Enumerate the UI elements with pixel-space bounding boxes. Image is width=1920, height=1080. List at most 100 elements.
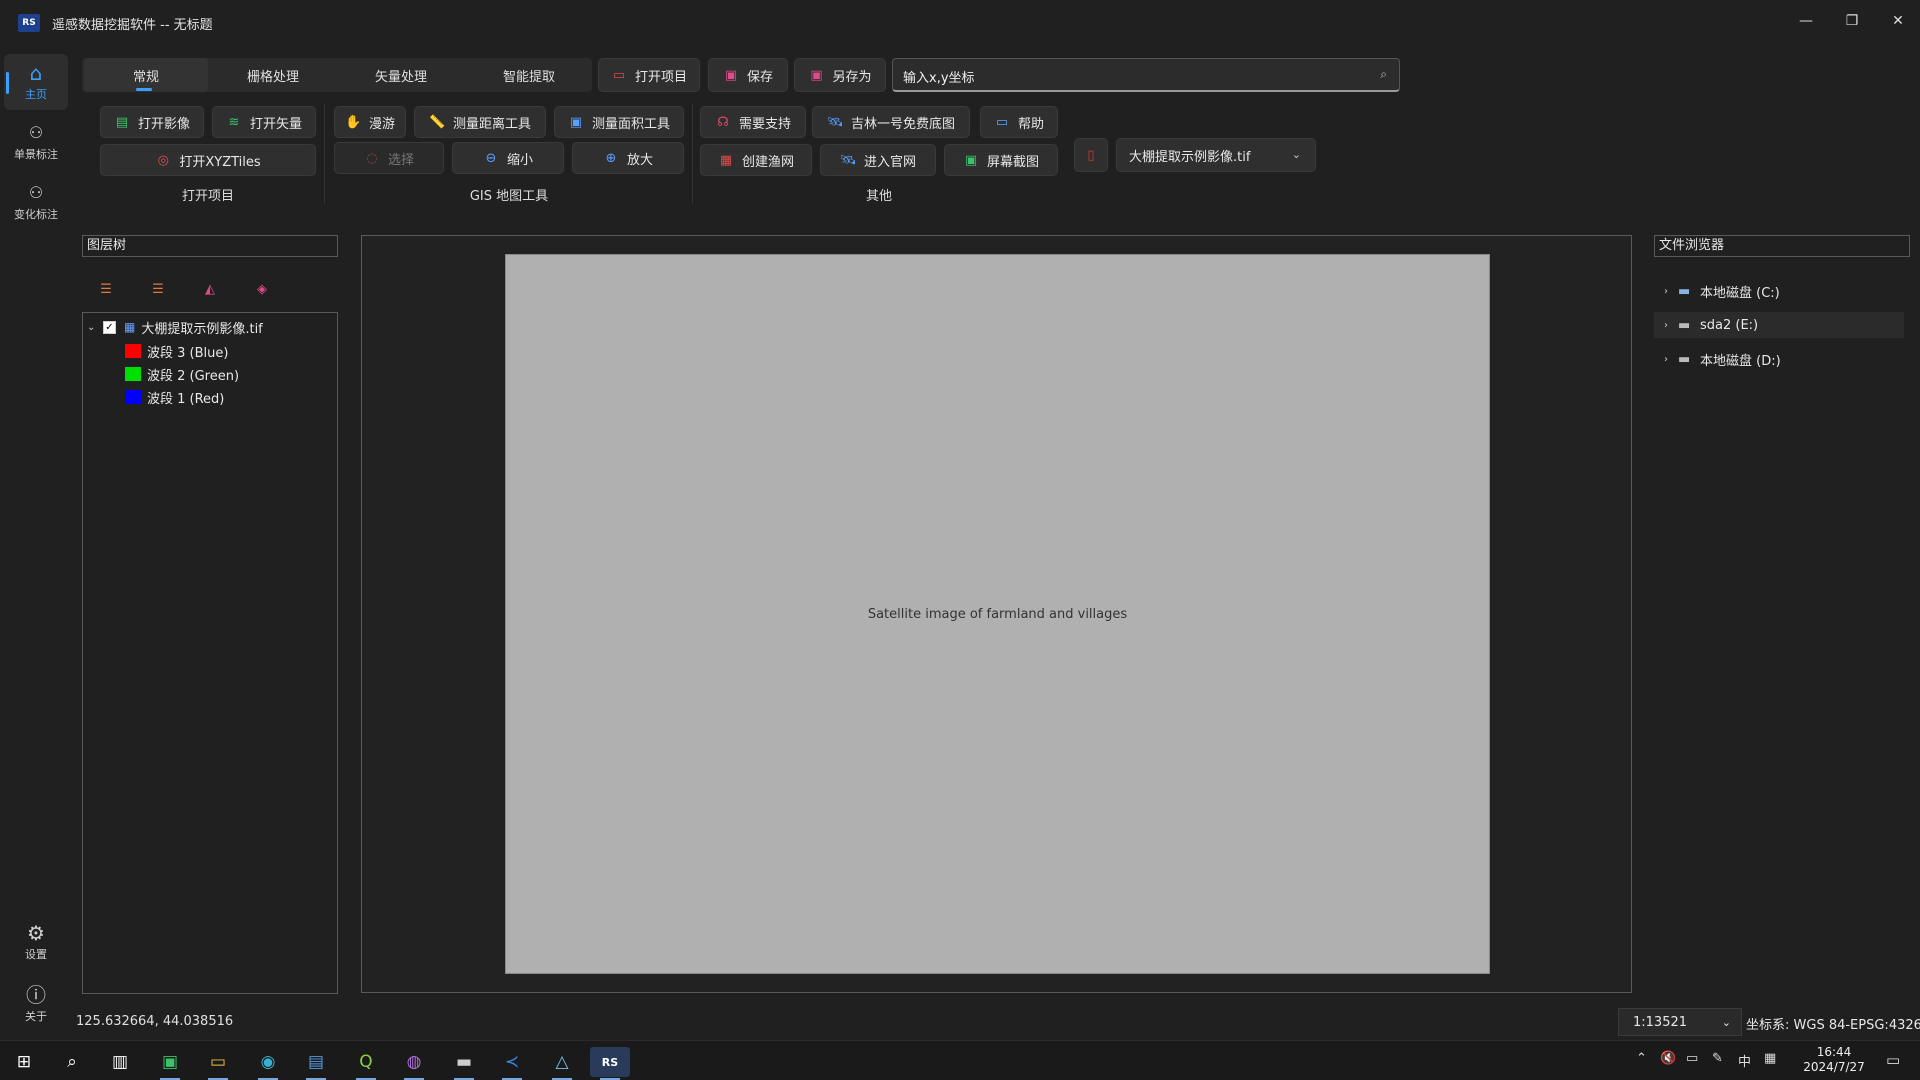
nav-settings[interactable]: ⚙ 设置 xyxy=(4,914,68,970)
coordinate-search: ⌕ xyxy=(892,58,1400,92)
crs-label: 坐标系: WGS 84-EPSG:4326 xyxy=(1746,1018,1920,1033)
area-icon: ▣ xyxy=(569,114,583,130)
save-button[interactable]: ▣ 保存 xyxy=(708,58,788,92)
roam-button[interactable]: ✋ 漫游 xyxy=(334,106,406,138)
drive-row[interactable]: › ▬ sda2 (E:) xyxy=(1654,312,1904,338)
collapse-all-icon[interactable]: ☰ xyxy=(149,282,167,298)
drive-label: sda2 (E:) xyxy=(1700,317,1759,333)
measure-distance-button[interactable]: 📏 测量距离工具 xyxy=(414,106,546,138)
qgis-icon[interactable]: Q xyxy=(346,1047,386,1080)
ime-indicator[interactable]: 中 xyxy=(1738,1051,1751,1070)
measure-area-button[interactable]: ▣ 测量面积工具 xyxy=(554,106,684,138)
image-select-value: 大棚提取示例影像.tif xyxy=(1129,149,1251,165)
layer-select-icon-button[interactable]: ▯ xyxy=(1074,138,1108,172)
drive-row[interactable]: › ▬ 本地磁盘 (D:) xyxy=(1654,346,1904,372)
chevron-right-icon[interactable]: › xyxy=(1654,320,1678,331)
remove-layer-icon[interactable]: ◭ xyxy=(201,282,219,298)
band-row[interactable]: 波段 3 (Blue) xyxy=(125,340,228,362)
database-icon: ≋ xyxy=(228,114,240,130)
tab-vector[interactable]: 矢量处理 xyxy=(338,58,464,92)
cloud-app-icon[interactable]: △ xyxy=(542,1047,582,1080)
screenshot-label: 屏幕截图 xyxy=(986,154,1039,170)
need-support-button[interactable]: ☊ 需要支持 xyxy=(700,106,806,138)
window-title: 遥感数据挖掘软件 -- 无标题 xyxy=(52,18,213,33)
close-button[interactable]: ✕ xyxy=(1876,6,1920,36)
volume-icon[interactable]: 🔇 xyxy=(1660,1051,1676,1066)
minimize-button[interactable]: — xyxy=(1784,6,1828,36)
zoom-in-icon: ⊕ xyxy=(605,150,617,166)
restore-button[interactable]: ❐ xyxy=(1830,6,1874,36)
zoom-out-button[interactable]: ⊖ 缩小 xyxy=(452,142,564,174)
open-image-button[interactable]: ▤ 打开影像 xyxy=(100,106,204,138)
band-label: 波段 1 (Red) xyxy=(147,391,225,407)
chevron-right-icon[interactable]: › xyxy=(1654,286,1678,297)
ribbon-divider xyxy=(692,104,693,204)
tab-general[interactable]: 常规 xyxy=(84,58,208,92)
users-icon: ⚇ xyxy=(28,123,44,142)
pen-icon[interactable]: ✎ xyxy=(1712,1051,1723,1066)
info-icon: ⓘ xyxy=(26,983,46,1007)
terminal-icon[interactable]: ▬ xyxy=(444,1047,484,1080)
chevron-down-icon: ⌄ xyxy=(1291,148,1301,161)
search-icon[interactable]: ⌕ xyxy=(52,1047,92,1077)
chevron-down-icon: ⌄ xyxy=(1721,1016,1731,1029)
vscode-icon[interactable]: ≺ xyxy=(492,1047,532,1080)
help-button[interactable]: ▭ 帮助 xyxy=(980,106,1058,138)
create-fishnet-button[interactable]: ▦ 创建渔网 xyxy=(700,144,812,176)
drive-row[interactable]: › ▬ 本地磁盘 (C:) xyxy=(1654,278,1904,304)
screenshot-button[interactable]: ▣ 屏幕截图 xyxy=(944,144,1058,176)
layers-icon[interactable]: ◈ xyxy=(253,282,271,298)
ime-mode-icon[interactable]: ▦ xyxy=(1764,1051,1776,1066)
chevron-down-icon[interactable]: ⌄ xyxy=(87,322,103,333)
tab-raster[interactable]: 栅格处理 xyxy=(210,58,336,92)
open-project-button[interactable]: ▭ 打开项目 xyxy=(598,58,700,92)
rs-app-icon[interactable]: RS xyxy=(590,1047,630,1080)
ruler-icon: 📏 xyxy=(428,114,446,130)
text-editor-icon[interactable]: ▤ xyxy=(296,1047,336,1080)
satellite-image[interactable]: Satellite image of farmland and villages xyxy=(505,254,1490,974)
open-xyz-tiles-button[interactable]: ◎ 打开XYZTiles xyxy=(100,144,316,176)
clock[interactable]: 16:44 2024/7/27 xyxy=(1796,1045,1872,1075)
ribbon-divider xyxy=(324,104,325,204)
expand-all-icon[interactable]: ☰ xyxy=(97,282,115,298)
open-vector-button[interactable]: ≋ 打开矢量 xyxy=(212,106,316,138)
band-color-swatch xyxy=(125,344,141,358)
open-xyz-tiles-label: 打开XYZTiles xyxy=(179,154,261,170)
nav-change-annotation[interactable]: ⚇ 变化标注 xyxy=(4,174,68,230)
tray-chevron-up-icon[interactable]: ⌃ xyxy=(1636,1051,1647,1066)
network-icon[interactable]: ▭ xyxy=(1686,1051,1698,1066)
band-row[interactable]: 波段 1 (Red) xyxy=(125,386,224,408)
visit-website-label: 进入官网 xyxy=(863,154,916,170)
band-color-swatch xyxy=(125,367,141,381)
band-row[interactable]: 波段 2 (Green) xyxy=(125,363,239,385)
map-canvas[interactable]: Satellite image of farmland and villages xyxy=(361,235,1632,993)
zoom-in-button[interactable]: ⊕ 放大 xyxy=(572,142,684,174)
image-select-dropdown[interactable]: 大棚提取示例影像.tif ⌄ xyxy=(1116,138,1316,172)
pycharm-icon[interactable]: ▣ xyxy=(150,1047,190,1080)
nav-single-annotation[interactable]: ⚇ 单景标注 xyxy=(4,114,68,170)
nav-home[interactable]: ⌂ 主页 xyxy=(4,54,68,110)
select-button[interactable]: ◌ 选择 xyxy=(334,142,444,174)
file-explorer-icon[interactable]: ▭ xyxy=(198,1047,238,1080)
measure-distance-label: 测量距离工具 xyxy=(452,116,531,132)
scale-dropdown[interactable]: 1:13521 ⌄ xyxy=(1618,1008,1742,1036)
nav-about[interactable]: ⓘ 关于 xyxy=(4,976,68,1032)
chevron-right-icon[interactable]: › xyxy=(1654,354,1678,365)
layer-checkbox[interactable]: ✓ xyxy=(103,320,116,334)
notification-icon[interactable]: ▭ xyxy=(1886,1051,1900,1069)
coordinate-input[interactable] xyxy=(903,65,1343,87)
search-icon[interactable]: ⌕ xyxy=(1380,67,1387,82)
gis-group-label: GIS 地图工具 xyxy=(469,189,549,204)
tab-smart-extract[interactable]: 智能提取 xyxy=(466,58,592,92)
save-as-button[interactable]: ▣ 另存为 xyxy=(794,58,886,92)
open-project-label: 打开项目 xyxy=(634,69,687,85)
task-view-icon[interactable]: ▥ xyxy=(100,1047,140,1077)
home-icon: ⌂ xyxy=(29,61,43,85)
jilin-basemap-button[interactable]: 🛰 吉林一号免费底图 xyxy=(812,106,970,138)
windows-start-icon[interactable]: ⊞ xyxy=(4,1047,44,1077)
edge-browser-icon[interactable]: ◉ xyxy=(248,1047,288,1080)
github-desktop-icon[interactable]: ◍ xyxy=(394,1047,434,1080)
visit-website-button[interactable]: 🛰 进入官网 xyxy=(820,144,936,176)
clock-date: 2024/7/27 xyxy=(1803,1060,1865,1074)
layer-root-row[interactable]: ⌄ ✓ ▦ 大棚提取示例影像.tif xyxy=(87,316,263,338)
